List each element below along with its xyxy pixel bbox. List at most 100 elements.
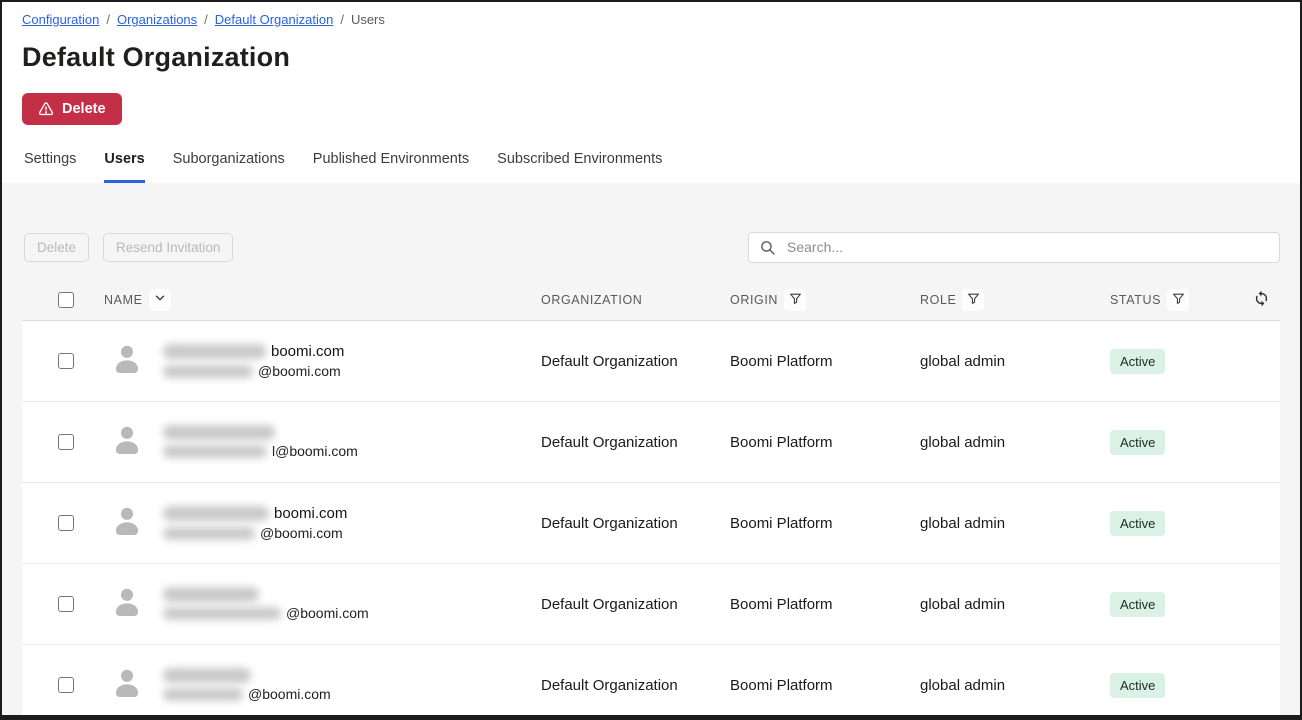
warning-icon (38, 101, 54, 117)
user-name-visible: boomi.com (274, 505, 347, 522)
breadcrumb-current-users: Users (351, 12, 385, 27)
name-redacted-blur (163, 587, 259, 602)
user-email: @boomi.com (163, 605, 369, 621)
user-email-visible: l@boomi.com (272, 443, 358, 459)
tab-settings[interactable]: Settings (24, 151, 76, 183)
delete-users-button[interactable]: Delete (24, 233, 89, 262)
search-box (748, 232, 1280, 263)
tab-published-environments[interactable]: Published Environments (313, 151, 469, 183)
table-header-row: NAME ORGANIZATION ORIGIN (22, 279, 1280, 321)
table-row[interactable]: boomi.com @boomi.com Default Organizatio… (22, 321, 1280, 402)
role-cell: global admin (920, 596, 1110, 613)
user-cell: @boomi.com (92, 664, 541, 706)
organization-cell: Default Organization (541, 434, 730, 451)
header-checkbox-cell (22, 292, 92, 308)
row-checkbox-cell (22, 677, 92, 693)
status-cell: Active (1110, 592, 1250, 617)
tab-subscribed-environments[interactable]: Subscribed Environments (497, 151, 662, 183)
header-status-label: STATUS (1110, 293, 1161, 307)
breadcrumb-separator: / (340, 12, 344, 27)
user-email-visible: @boomi.com (260, 525, 343, 541)
table-row[interactable]: @boomi.com Default Organization Boomi Pl… (22, 564, 1280, 645)
row-checkbox[interactable] (58, 353, 74, 369)
avatar-person-icon (108, 421, 146, 463)
tab-users[interactable]: Users (104, 151, 144, 183)
status-badge: Active (1110, 430, 1165, 455)
avatar-person-icon (108, 340, 146, 382)
header-organization-label: ORGANIZATION (541, 293, 642, 307)
search-input[interactable] (748, 232, 1280, 263)
filter-icon (1172, 292, 1185, 308)
email-redacted-blur (163, 607, 281, 620)
name-sort-button[interactable] (149, 289, 171, 311)
select-all-checkbox[interactable] (58, 292, 74, 308)
user-cell: @boomi.com (92, 583, 541, 625)
header-role-label: ROLE (920, 293, 956, 307)
name-lines: @boomi.com (163, 587, 369, 621)
origin-cell: Boomi Platform (730, 515, 920, 532)
status-filter-button[interactable] (1167, 289, 1189, 311)
tab-suborganizations[interactable]: Suborganizations (173, 151, 285, 183)
breadcrumb-link-default-organization[interactable]: Default Organization (215, 12, 334, 27)
user-email: @boomi.com (163, 525, 347, 541)
table-row[interactable]: @boomi.com Default Organization Boomi Pl… (22, 645, 1280, 715)
breadcrumb-link-configuration[interactable]: Configuration (22, 12, 99, 27)
avatar-person-icon (108, 664, 146, 706)
role-filter-button[interactable] (962, 289, 984, 311)
chevron-down-icon (153, 291, 167, 308)
breadcrumb: Configuration/Organizations/Default Orga… (22, 12, 1280, 27)
header-organization: ORGANIZATION (541, 293, 730, 307)
avatar-person-icon (108, 502, 146, 544)
origin-filter-button[interactable] (784, 289, 806, 311)
refresh-icon (1253, 290, 1270, 310)
table-row[interactable]: boomi.com @boomi.com Default Organizatio… (22, 483, 1280, 564)
top-bar: Configuration/Organizations/Default Orga… (2, 2, 1300, 183)
users-table: NAME ORGANIZATION ORIGIN (22, 279, 1280, 715)
row-checkbox-cell (22, 434, 92, 450)
header-origin-label: ORIGIN (730, 293, 778, 307)
row-checkbox[interactable] (58, 596, 74, 612)
delete-organization-button[interactable]: Delete (22, 93, 122, 125)
email-redacted-blur (163, 688, 243, 701)
header-origin: ORIGIN (730, 289, 920, 311)
row-checkbox[interactable] (58, 677, 74, 693)
resend-invitation-button[interactable]: Resend Invitation (103, 233, 233, 262)
user-email-visible: @boomi.com (248, 686, 331, 702)
user-cell: boomi.com @boomi.com (92, 340, 541, 382)
app-window: Configuration/Organizations/Default Orga… (0, 0, 1302, 720)
avatar-person-icon (108, 583, 146, 625)
name-lines: @boomi.com (163, 668, 331, 702)
name-lines: l@boomi.com (163, 425, 358, 459)
email-redacted-blur (163, 365, 253, 378)
organization-cell: Default Organization (541, 353, 730, 370)
refresh-button[interactable] (1250, 289, 1272, 311)
row-checkbox[interactable] (58, 515, 74, 531)
user-email: @boomi.com (163, 686, 331, 702)
organization-cell: Default Organization (541, 515, 730, 532)
status-badge: Active (1110, 592, 1165, 617)
user-email-visible: @boomi.com (286, 605, 369, 621)
origin-cell: Boomi Platform (730, 434, 920, 451)
organization-cell: Default Organization (541, 677, 730, 694)
user-name: boomi.com (163, 343, 344, 360)
status-badge: Active (1110, 349, 1165, 374)
table-toolbar: Delete Resend Invitation (22, 231, 1280, 263)
breadcrumb-link-organizations[interactable]: Organizations (117, 12, 197, 27)
filter-icon (789, 292, 802, 308)
user-cell: boomi.com @boomi.com (92, 502, 541, 544)
name-redacted-blur (163, 425, 275, 440)
email-redacted-blur (163, 445, 267, 458)
row-checkbox[interactable] (58, 434, 74, 450)
header-name-label: NAME (104, 293, 143, 307)
table-row[interactable]: l@boomi.com Default Organization Boomi P… (22, 402, 1280, 483)
filter-icon (967, 292, 980, 308)
page-title: Default Organization (22, 42, 1280, 73)
status-badge: Active (1110, 511, 1165, 536)
header-status: STATUS (1110, 289, 1250, 311)
status-badge: Active (1110, 673, 1165, 698)
user-name (163, 425, 358, 440)
user-name (163, 668, 331, 683)
name-redacted-blur (163, 668, 251, 683)
role-cell: global admin (920, 434, 1110, 451)
email-redacted-blur (163, 527, 255, 540)
